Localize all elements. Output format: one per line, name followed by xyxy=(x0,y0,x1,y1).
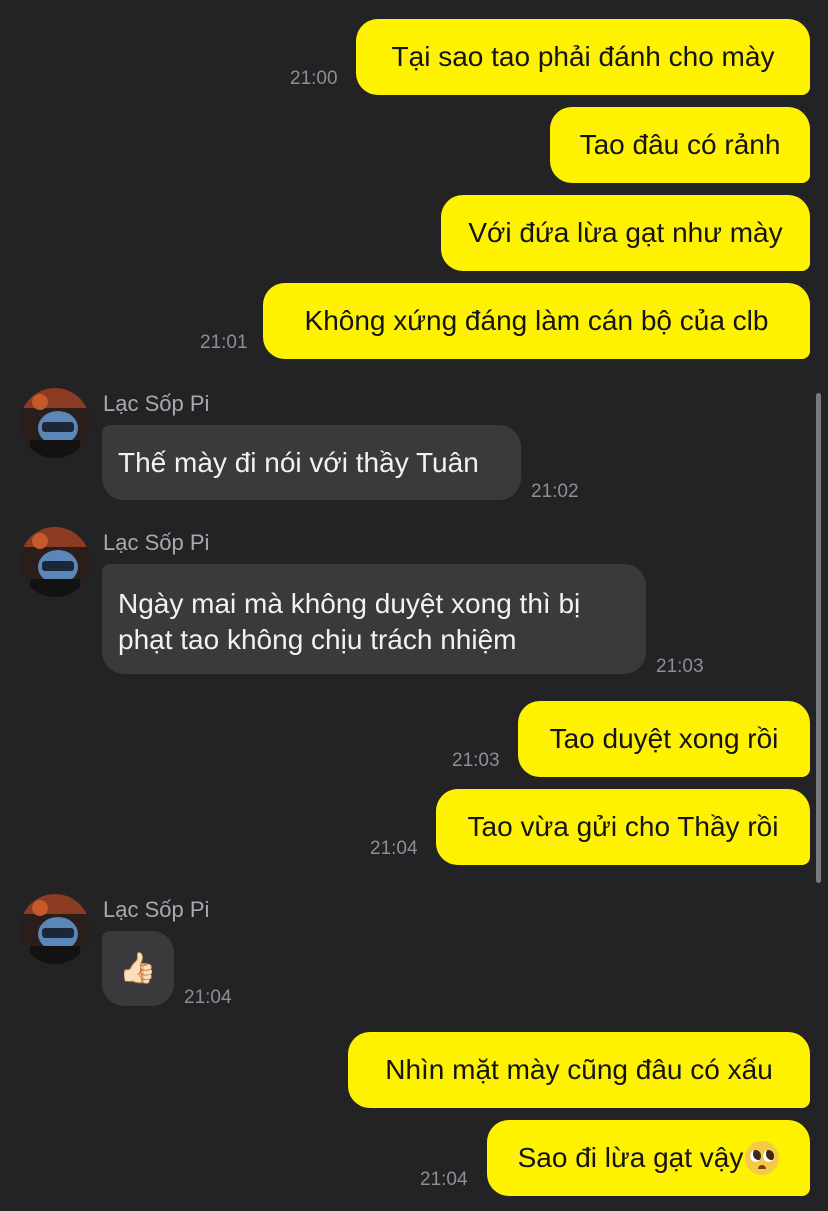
message-text: Không xứng đáng làm cán bộ của clb xyxy=(304,305,769,336)
contact-avatar[interactable] xyxy=(20,894,90,964)
message-time: 21:04 xyxy=(370,838,418,859)
contact-avatar[interactable] xyxy=(20,388,90,458)
outgoing-message[interactable]: Tao đâu có rảnh xyxy=(550,107,810,183)
pleading-face-icon xyxy=(745,1141,780,1175)
message-time: 21:00 xyxy=(290,68,338,89)
outgoing-message[interactable]: Nhìn mặt mày cũng đâu có xấu xyxy=(348,1032,810,1108)
message-time: 21:04 xyxy=(184,987,232,1008)
outgoing-message[interactable]: Sao đi lừa gạt vậy xyxy=(487,1120,810,1196)
outgoing-message[interactable]: Không xứng đáng làm cán bộ của clb xyxy=(263,283,810,359)
message-text: Ngày mai mà không duyệt xong thì bị phạt… xyxy=(118,588,581,655)
outgoing-message[interactable]: Tại sao tao phải đánh cho mày xyxy=(356,19,810,95)
scrollbar[interactable] xyxy=(816,393,821,883)
sender-name: Lạc Sốp Pi xyxy=(103,530,210,555)
incoming-message[interactable]: 👍🏻 xyxy=(102,931,174,1006)
incoming-message[interactable]: Thế mày đi nói với thầy Tuân xyxy=(102,425,521,500)
message-text: Thế mày đi nói với thầy Tuân xyxy=(118,446,479,478)
message-time: 21:02 xyxy=(531,481,579,502)
message-time: 21:01 xyxy=(200,332,248,353)
contact-avatar[interactable] xyxy=(20,527,90,597)
message-time: 21:03 xyxy=(656,656,704,677)
message-text: Tại sao tao phải đánh cho mày xyxy=(391,41,775,72)
chat-thread[interactable]: 21:00 Tại sao tao phải đánh cho mày Tao … xyxy=(0,0,828,1211)
sender-name: Lạc Sốp Pi xyxy=(103,897,210,922)
message-time: 21:03 xyxy=(452,750,500,771)
outgoing-message[interactable]: Với đứa lừa gạt như mày xyxy=(441,195,810,271)
message-text: Tao vừa gửi cho Thầy rồi xyxy=(467,811,779,842)
message-text: Tao đâu có rảnh xyxy=(579,129,781,160)
avatar-photo xyxy=(20,527,90,597)
message-time: 21:04 xyxy=(420,1169,468,1190)
avatar-photo xyxy=(20,388,90,458)
message-text: Tao duyệt xong rồi xyxy=(549,723,779,754)
message-text: Nhìn mặt mày cũng đâu có xấu xyxy=(385,1054,773,1085)
avatar-photo xyxy=(20,894,90,964)
message-text: Sao đi lừa gạt vậy xyxy=(517,1142,744,1173)
sender-name: Lạc Sốp Pi xyxy=(103,391,210,416)
incoming-message[interactable]: Ngày mai mà không duyệt xong thì bị phạt… xyxy=(102,564,646,674)
message-text: Với đứa lừa gạt như mày xyxy=(468,217,783,248)
outgoing-message[interactable]: Tao vừa gửi cho Thầy rồi xyxy=(436,789,810,865)
outgoing-message[interactable]: Tao duyệt xong rồi xyxy=(518,701,810,777)
thumbs-up-icon: 👍🏻 xyxy=(119,950,157,986)
